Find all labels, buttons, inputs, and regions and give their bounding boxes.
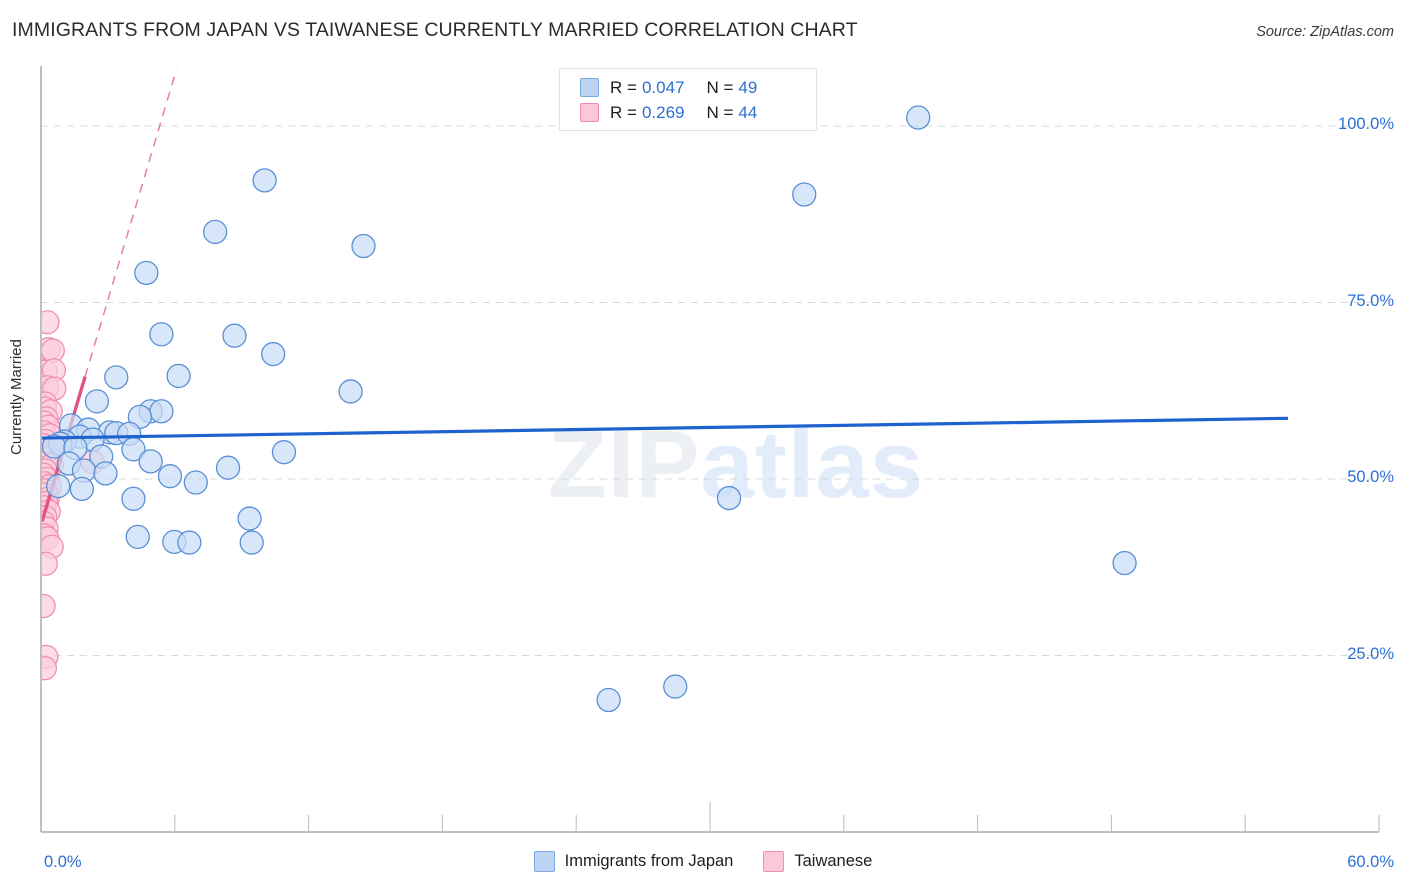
series-swatch-taiwanese-icon [580,103,599,122]
n-value: 49 [738,78,757,98]
correlation-chart: IMMIGRANTS FROM JAPAN VS TAIWANESE CURRE… [0,0,1406,892]
data-point [907,106,930,129]
n-value: 44 [738,103,757,123]
data-point [70,477,93,500]
chart-legend: Immigrants from Japan Taiwanese [0,851,1406,872]
r-label: R = [610,78,637,98]
data-point [85,390,108,413]
data-point [94,462,117,485]
r-label: R = [610,103,637,123]
data-point [139,450,162,473]
data-point [253,169,276,192]
legend-swatch-japan-icon [534,851,555,872]
data-point [597,688,620,711]
r-value: 0.047 [642,78,685,98]
data-point [204,220,227,243]
data-point [217,456,240,479]
data-point [126,525,149,548]
data-point [718,487,741,510]
data-point [122,487,145,510]
data-point [34,552,57,575]
data-point [664,675,687,698]
plot-area [32,70,1288,712]
data-point [150,323,173,346]
data-point [262,343,285,366]
data-point [272,441,295,464]
data-point [240,531,263,554]
data-point [167,364,190,387]
data-point [1113,552,1136,575]
legend-item-taiwanese[interactable]: Taiwanese [763,851,872,872]
data-point [793,183,816,206]
series-swatch-japan-icon [580,78,599,97]
stats-row-taiwanese: R = 0.269 N = 44 [580,100,816,125]
y-tick-label: 75.0% [1347,292,1394,311]
data-point [238,507,261,530]
data-point [36,311,59,334]
r-value: 0.269 [642,103,685,123]
data-point [47,475,70,498]
y-tick-label: 50.0% [1347,468,1394,487]
legend-label-japan: Immigrants from Japan [565,852,734,871]
data-point [135,261,158,284]
n-label: N = [706,103,733,123]
data-point [223,324,246,347]
data-point [339,380,362,403]
data-point [159,465,182,488]
correlation-stats-box: R = 0.047 N = 49 R = 0.269 N = 44 [559,68,817,131]
data-point [184,471,207,494]
stats-row-japan: R = 0.047 N = 49 [580,75,816,100]
data-point [32,595,55,618]
data-point [150,400,173,423]
legend-label-taiwanese: Taiwanese [794,852,872,871]
n-label: N = [706,78,733,98]
trendline-japan [41,418,1288,438]
data-point [33,657,56,680]
y-tick-label: 100.0% [1338,115,1394,134]
data-point [352,235,375,258]
series-points-japan [42,106,1136,711]
y-tick-label: 25.0% [1347,645,1394,664]
series-points-taiwanese [32,311,104,680]
data-point [105,366,128,389]
scatter-plot-canvas [0,0,1406,892]
legend-item-japan[interactable]: Immigrants from Japan [534,851,734,872]
legend-swatch-taiwanese-icon [763,851,784,872]
data-point [178,531,201,554]
